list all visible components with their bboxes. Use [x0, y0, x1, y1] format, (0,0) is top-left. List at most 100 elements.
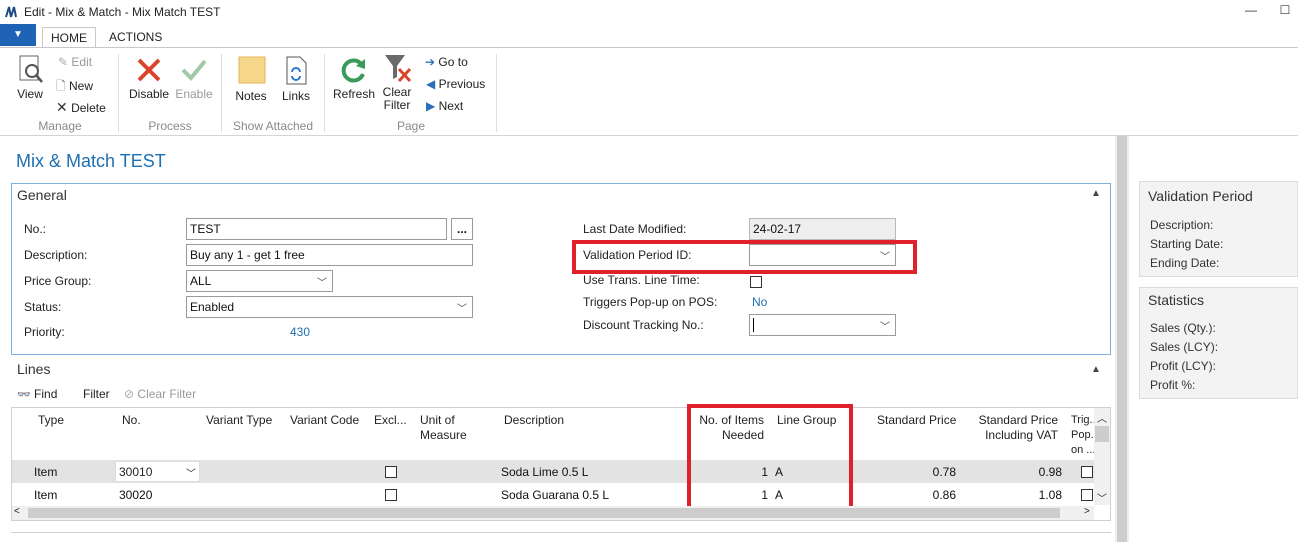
enable-button[interactable]: Enable	[173, 56, 215, 101]
page-title: Mix & Match TEST	[16, 151, 166, 171]
edit-button[interactable]: ✎ Edit	[58, 55, 92, 69]
links-label: Links	[281, 89, 310, 103]
fb-starting-date-label: Starting Date:	[1150, 237, 1224, 251]
file-menu-button[interactable]: ▼	[0, 24, 36, 46]
scroll-thumb[interactable]	[28, 508, 1060, 518]
clear-filter-button[interactable]: Clear Filter	[379, 53, 415, 112]
row-description: Soda Guarana 0.5 L	[501, 488, 610, 502]
filter-button[interactable]: Filter	[83, 387, 110, 401]
enable-label: Enable	[175, 87, 213, 101]
triangle-left-icon: ◀	[426, 77, 436, 91]
delete-button[interactable]: ✕ Delete	[56, 99, 106, 116]
view-button[interactable]: View	[14, 54, 46, 101]
go-to-button[interactable]: ➔ Go to	[425, 55, 468, 69]
description-field[interactable]: Buy any 1 - get 1 free	[186, 244, 473, 266]
validation-period-title[interactable]: Validation Period	[1148, 188, 1253, 204]
maximize-button[interactable]: ☐	[1275, 3, 1295, 21]
priority-value[interactable]: 430	[290, 325, 310, 339]
status-select[interactable]: Enabled ﹀	[186, 296, 473, 318]
new-button[interactable]: 🗋 New	[56, 77, 93, 98]
row-trigger-checkbox[interactable]	[1081, 466, 1093, 478]
row-no-input[interactable]: 30010 ﹀	[115, 461, 200, 482]
page-scrollbar[interactable]	[1115, 136, 1129, 542]
lines-header[interactable]: Lines	[17, 361, 50, 377]
tab-home[interactable]: HOME	[42, 27, 96, 48]
links-button[interactable]: Links	[278, 56, 314, 103]
tab-actions[interactable]: ACTIONS	[101, 27, 170, 48]
find-button[interactable]: 👓 Find	[17, 387, 57, 401]
chevron-down-icon: ﹀	[317, 278, 327, 289]
ribbon-separator	[118, 54, 119, 132]
vertical-scrollbar[interactable]: ︿ ﹀	[1094, 408, 1110, 505]
price-group-value: ALL	[190, 274, 212, 288]
no-label: No.:	[24, 222, 47, 236]
use-trans-line-time-label: Use Trans. Line Time:	[583, 273, 700, 287]
highlight-box	[572, 240, 917, 274]
previous-label: Previous	[438, 77, 486, 91]
text-cursor	[753, 318, 754, 332]
scroll-left-icon[interactable]: <	[14, 506, 20, 517]
clear-filter-lines-button[interactable]: ⊘ Clear Filter	[124, 387, 196, 401]
row-standard-price: 0.86	[932, 488, 956, 502]
use-trans-line-time-checkbox[interactable]	[750, 276, 762, 288]
collapse-chevron-icon[interactable]: ▲	[1091, 188, 1101, 199]
col-standard-price-vat[interactable]: Standard Price Including VAT	[966, 413, 1058, 443]
col-variant-code[interactable]: Variant Code	[290, 413, 359, 428]
price-group-select[interactable]: ALL ﹀	[186, 270, 333, 292]
refresh-label: Refresh	[332, 87, 376, 101]
lines-fasttab	[11, 358, 1111, 380]
col-description[interactable]: Description	[504, 413, 564, 428]
minimize-button[interactable]: —	[1241, 3, 1261, 21]
row-excl-checkbox[interactable]	[385, 489, 397, 501]
col-variant-type[interactable]: Variant Type	[206, 413, 272, 428]
no-field[interactable]: TEST	[186, 218, 447, 240]
previous-button[interactable]: ◀ Previous	[426, 77, 485, 91]
row-no-value: 30010	[119, 465, 153, 479]
scroll-up-icon[interactable]: ︿	[1097, 410, 1107, 425]
col-uom[interactable]: Unit of Measure	[420, 413, 467, 443]
triggers-popup-value[interactable]: No	[752, 295, 767, 309]
status-value: Enabled	[190, 300, 235, 314]
notes-icon	[238, 56, 266, 84]
col-type[interactable]: Type	[38, 413, 64, 428]
scroll-right-icon[interactable]: >	[1084, 506, 1090, 517]
page-scroll-thumb[interactable]	[1117, 136, 1127, 542]
window-title: Edit - Mix & Match - Mix Match TEST	[24, 5, 221, 19]
scroll-thumb[interactable]	[1095, 426, 1109, 442]
assist-edit-button[interactable]: ...	[451, 218, 473, 240]
next-fasttab-edge	[11, 532, 1111, 542]
enable-check-icon	[181, 59, 207, 81]
col-excl[interactable]: Excl...	[374, 413, 407, 428]
scroll-down-icon[interactable]: ﹀	[1097, 490, 1107, 505]
view-icon	[19, 55, 43, 83]
row-excl-checkbox[interactable]	[385, 466, 397, 478]
refresh-button[interactable]: Refresh	[332, 56, 376, 101]
col-uom-line2: Measure	[420, 428, 467, 442]
collapse-chevron-icon[interactable]: ▲	[1091, 364, 1101, 375]
ribbon-separator	[496, 54, 497, 132]
delete-x-icon: ✕	[56, 99, 68, 115]
col-standard-price[interactable]: Standard Price	[877, 413, 956, 428]
discount-tracking-select[interactable]: ﹀	[749, 314, 896, 336]
col-standard-price-vat-line2: Including VAT	[985, 428, 1058, 442]
row-standard-price: 0.78	[932, 465, 956, 479]
disable-button[interactable]: Disable	[127, 56, 171, 101]
notes-button[interactable]: Notes	[232, 56, 270, 103]
next-button[interactable]: ▶ Next	[426, 99, 463, 113]
priority-label: Priority:	[24, 325, 65, 339]
horizontal-scrollbar[interactable]: < >	[12, 506, 1094, 520]
row-standard-price-vat: 1.08	[1038, 488, 1062, 502]
app-logo-icon	[5, 6, 17, 18]
binoculars-icon: 👓	[17, 389, 31, 401]
page-group-label: Page	[396, 119, 426, 133]
notes-label: Notes	[235, 89, 267, 103]
col-no[interactable]: No.	[122, 413, 141, 428]
chevron-down-icon: ﹀	[880, 322, 890, 333]
row-type: Item	[34, 465, 58, 479]
statistics-title[interactable]: Statistics	[1148, 292, 1204, 308]
row-trigger-checkbox[interactable]	[1081, 489, 1093, 501]
last-date-modified-field: 24-02-17	[749, 218, 896, 240]
col-uom-line1: Unit of	[420, 413, 455, 427]
disable-label: Disable	[128, 87, 170, 101]
general-header[interactable]: General	[17, 187, 67, 203]
